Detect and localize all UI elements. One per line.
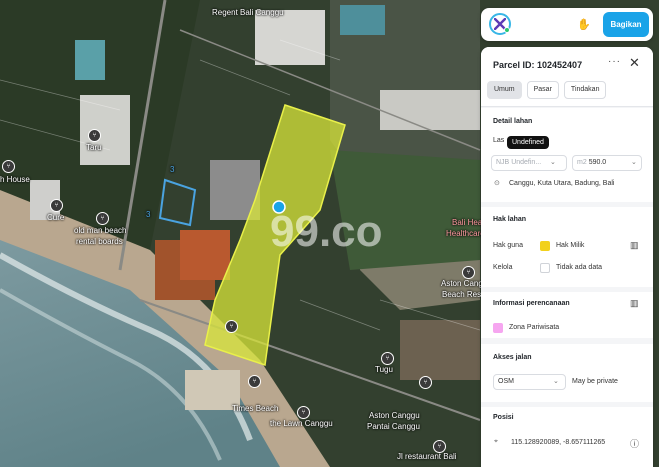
poi-pin-icon[interactable]: ⑂: [96, 212, 109, 225]
undefined-tooltip: Undefined: [507, 136, 549, 149]
poi-pin-icon[interactable]: ⑂: [2, 160, 15, 173]
map-label-oldman-2: rental boards: [76, 237, 123, 246]
panel-header: Parcel ID: 102452407 ··· ✕ Umum Pasar Ti…: [481, 47, 653, 107]
tab-tindakan[interactable]: Tindakan: [563, 81, 607, 99]
poi-pin-icon[interactable]: ⑂: [225, 320, 238, 333]
tab-umum[interactable]: Umum: [487, 81, 522, 99]
area-value: 590.0: [588, 159, 607, 166]
kelola-label: Kelola: [493, 264, 513, 271]
akses-select-value: OSM: [498, 378, 514, 385]
map-label-bali-hea: Bali Hea: [452, 218, 483, 227]
hak-guna-value: Hak Milik: [556, 242, 585, 249]
poi-pin-icon[interactable]: ⑂: [381, 352, 394, 365]
poi-pin-icon[interactable]: ⑂: [248, 375, 261, 388]
hak-heading: Hak lahan: [493, 216, 527, 223]
nib-prefix: NJB: [496, 159, 510, 166]
share-button[interactable]: Bagikan: [603, 12, 649, 37]
luas-label: Las: [493, 137, 505, 144]
area-unit: m2: [577, 159, 587, 166]
poi-pin-icon[interactable]: ⑂: [50, 199, 63, 212]
detail-section: Detail lahan Las NJB Undefin... ⌄ m2 590…: [481, 108, 653, 202]
parcel-number-2: 3: [146, 210, 151, 219]
map-label-house: h House: [0, 175, 30, 184]
coordinates-text: 115.128920089, -8.657111265: [511, 439, 606, 446]
detail-heading: Detail lahan: [493, 118, 533, 125]
map-label-taru: Taru: [86, 143, 102, 152]
watermark-text: 99.co: [270, 207, 383, 256]
map-label-times-beach: Times Beach: [232, 404, 279, 413]
crosshair-icon: ⌖: [494, 438, 498, 445]
map-book-icon[interactable]: ▥: [630, 240, 639, 251]
panel-title: Parcel ID: 102452407: [493, 60, 583, 70]
map-label-aston-beach-2: Beach Res: [442, 290, 482, 299]
more-options-icon[interactable]: ···: [608, 56, 621, 67]
poi-pin-icon[interactable]: ⑂: [419, 376, 432, 389]
akses-section: Akses jalan OSM ⌄ May be private: [481, 344, 653, 402]
map-label-lawn: the Lawn Canggu: [270, 419, 333, 428]
perencanaan-section: Informasi perencanaan ▥ Zona Pariwisata: [481, 292, 653, 338]
map-label-healthcare: Healthcare: [446, 229, 485, 238]
kelola-swatch: [540, 263, 550, 273]
posisi-section: Posisi ⌖ 115.128920089, -8.657111265 ⓘ: [481, 407, 653, 467]
akses-heading: Akses jalan: [493, 354, 532, 361]
close-icon[interactable]: ✕: [629, 55, 640, 71]
map-label-tugu: Tugu: [375, 365, 393, 374]
top-toolbar: ✋ Bagikan: [481, 8, 653, 41]
map-label-aston-pantai-2: Pantai Canggu: [367, 422, 420, 431]
chevron-down-icon[interactable]: ⌄: [553, 377, 559, 385]
map-label-jl-restaurant: Jl restaurant Bali: [397, 452, 457, 461]
zona-value: Zona Pariwisata: [509, 324, 560, 331]
poi-pin-icon[interactable]: ⑂: [462, 266, 475, 279]
posisi-heading: Posisi: [493, 414, 514, 421]
hak-milik-swatch: [540, 241, 550, 251]
perencanaan-heading: Informasi perencanaan: [493, 300, 570, 307]
tab-pasar[interactable]: Pasar: [526, 81, 559, 99]
poi-pin-icon[interactable]: ⑂: [433, 440, 446, 453]
poi-pin-icon[interactable]: ⑂: [88, 129, 101, 142]
app-logo-icon[interactable]: [489, 13, 511, 35]
hak-guna-label: Hak guna: [493, 242, 523, 249]
chevron-down-icon[interactable]: ⌄: [631, 158, 637, 166]
map-book-icon[interactable]: ▥: [630, 298, 639, 309]
address-text: Canggu, Kuta Utara, Badung, Bali: [509, 180, 615, 187]
hak-section: Hak lahan Hak guna Hak Milik ▥ Kelola Ti…: [481, 207, 653, 287]
zona-swatch: [493, 323, 503, 333]
map-label-aston-pantai: Aston Canggu: [369, 411, 420, 420]
info-icon[interactable]: ⓘ: [630, 437, 639, 450]
parcel-panel: Parcel ID: 102452407 ··· ✕ Umum Pasar Ti…: [481, 47, 653, 467]
online-dot: [504, 27, 510, 33]
panel-tabs: Umum Pasar Tindakan: [487, 81, 607, 99]
akses-note: May be private: [572, 378, 618, 385]
kelola-value: Tidak ada data: [556, 264, 603, 271]
location-pin-icon: ⊙: [494, 180, 500, 187]
map-label-regent: Regent Bali Canggu: [212, 8, 284, 17]
nib-value: Undefin...: [511, 159, 542, 166]
map-label-cure: Cure: [47, 213, 65, 222]
chevron-down-icon[interactable]: ⌄: [550, 158, 556, 166]
hand-icon[interactable]: ✋: [577, 18, 591, 31]
parcel-number: 3: [170, 165, 175, 174]
map-label-oldman: old man beach: [74, 226, 127, 235]
poi-pin-icon[interactable]: ⑂: [297, 406, 310, 419]
